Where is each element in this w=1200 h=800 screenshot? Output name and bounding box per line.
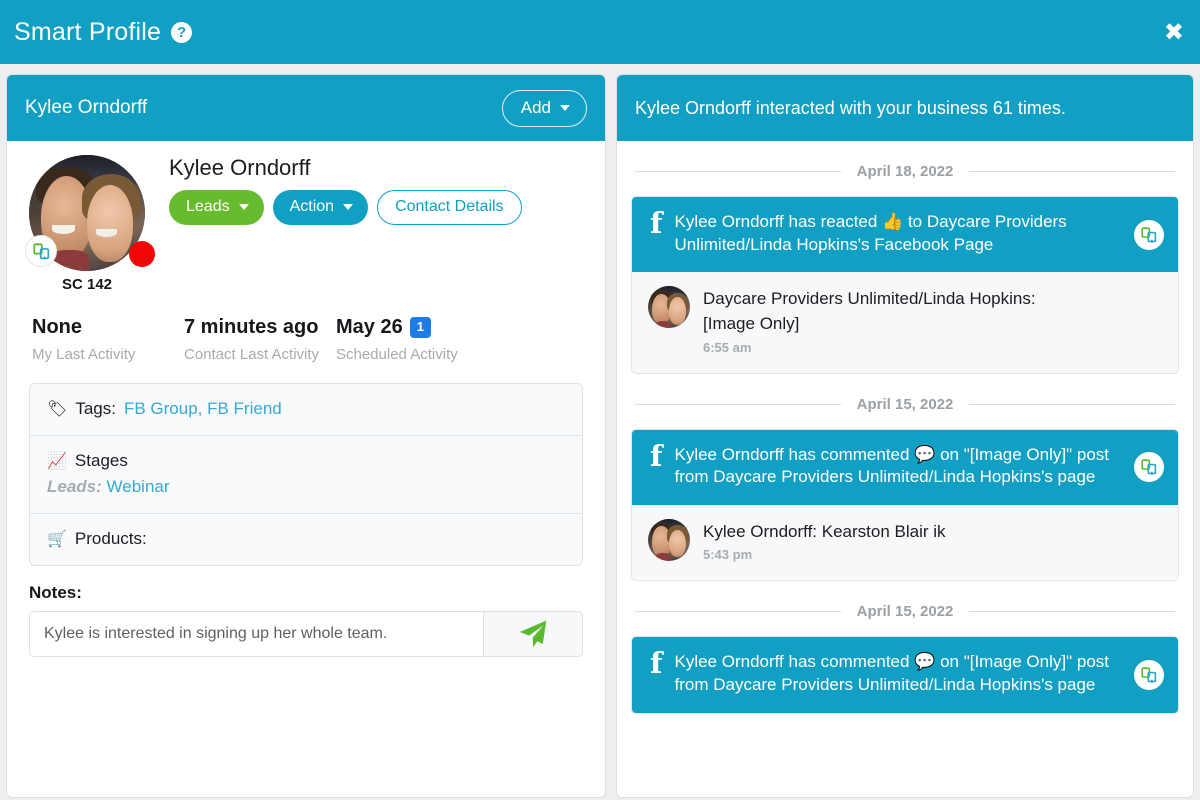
activity-headline: Kylee Orndorff has commented 💬 on "[Imag… [674, 652, 1109, 694]
info-card: 🏷 Tags: FB Group, FB Friend 📈 Stages Lea… [29, 382, 583, 566]
activity-headline: Kylee Orndorff has reacted 👍 to Daycare … [674, 212, 1067, 254]
notes-input[interactable] [29, 610, 483, 657]
stat-label: Scheduled Activity [336, 345, 458, 363]
products-label: Products: [74, 528, 147, 548]
activity-timestamp: 5:43 pm [703, 547, 753, 563]
stat-label: Contact Last Activity [184, 345, 320, 363]
date-label: April 15, 2022 [856, 395, 954, 413]
facebook-icon: f [650, 646, 663, 681]
profile-panel-title: Kylee Orndorff [25, 97, 148, 118]
page-title: Smart Profile [14, 17, 162, 46]
tags-section: 🏷 Tags: FB Group, FB Friend [30, 384, 582, 436]
date-separator: April 18, 2022 [635, 163, 1176, 180]
facebook-icon: f [650, 438, 663, 473]
divider [635, 171, 841, 172]
close-icon[interactable]: ✖ [1164, 20, 1184, 44]
activity-card-body: Daycare Providers Unlimited/Linda Hopkin… [632, 272, 1178, 372]
divider [969, 611, 1176, 613]
tags-label: Tags: [75, 398, 116, 418]
activity-stats: None My Last Activity 7 minutes ago Cont… [29, 315, 583, 367]
window-titlebar: Smart Profile ? ✖ [0, 0, 1200, 64]
stat-value-row: May 26 1 [336, 315, 476, 341]
send-note-button[interactable] [483, 610, 583, 657]
activity-card[interactable]: f Kylee Orndorff has reacted 👍 to Daycar… [631, 196, 1179, 374]
activity-card-header: f Kylee Orndorff has commented 💬 on "[Im… [632, 637, 1178, 713]
leads-button[interactable]: Leads [169, 190, 264, 225]
basket-icon: 🛒 [47, 529, 67, 549]
stat-scheduled-activity: May 26 1 Scheduled Activity [336, 315, 488, 367]
activity-body-line: Daycare Providers Unlimited/Linda Hopkin… [703, 289, 1036, 309]
divider [969, 171, 1176, 172]
avatar-block: SC 142 [25, 155, 155, 293]
stat-value: 7 minutes ago [184, 316, 319, 338]
activity-card-header: f Kylee Orndorff has reacted 👍 to Daycar… [632, 197, 1178, 273]
profile-panel-header: Kylee Orndorff Add [7, 75, 605, 141]
add-button-label: Add [520, 97, 551, 117]
action-button-label: Action [289, 198, 335, 215]
stat-value: May 26 [336, 316, 403, 338]
avatar [648, 518, 690, 561]
leads-button-label: Leads [186, 198, 230, 215]
stat-label: My Last Activity [32, 345, 136, 363]
tags-value[interactable]: FB Group, FB Friend [124, 399, 282, 419]
activity-timeline[interactable]: April 18, 2022 f Kylee Orndorff has reac… [617, 141, 1193, 797]
stat-contact-last-activity: 7 minutes ago Contact Last Activity [184, 315, 336, 367]
contact-details-button[interactable]: Contact Details [377, 190, 522, 225]
divider [969, 403, 1176, 405]
stages-section: 📈 Stages Leads: Webinar [30, 436, 582, 514]
profile-body: SC 142 Kylee Orndorff Leads Action Conta… [7, 141, 605, 657]
content-stage: Kylee Orndorff Add SC 142 Kylee Orndorff… [0, 64, 1200, 800]
add-button[interactable]: Add [501, 89, 587, 127]
profile-details: Kylee Orndorff Leads Action Contact Deta… [153, 155, 583, 225]
activity-body-line: Kylee Orndorff: Kearston Blair ik [703, 521, 946, 541]
avatar-caption: SC 142 [61, 276, 113, 293]
activity-timestamp: 6:55 am [703, 339, 752, 355]
activity-card-body: Kylee Orndorff: Kearston Blair ik 5:43 p… [632, 505, 1178, 581]
action-button[interactable]: Action [272, 190, 369, 225]
activity-panel-title: Kylee Orndorff interacted with your busi… [635, 97, 1066, 118]
date-label: April 15, 2022 [856, 603, 954, 621]
contact-details-button-label: Contact Details [395, 198, 504, 215]
profile-panel: Kylee Orndorff Add SC 142 Kylee Orndorff… [6, 74, 606, 798]
chevron-down-icon [343, 204, 354, 210]
stage-row: Leads: Webinar [47, 477, 565, 497]
clone-icon[interactable] [1134, 659, 1164, 690]
divider [635, 403, 841, 405]
avatar [648, 286, 690, 329]
chevron-down-icon [560, 104, 570, 111]
activity-card[interactable]: f Kylee Orndorff has commented 💬 on "[Im… [631, 636, 1179, 714]
date-separator: April 15, 2022 [635, 395, 1176, 413]
status-badge: 1 [409, 317, 431, 338]
send-paper-plane-icon [519, 620, 547, 647]
chart-line-icon: 📈 [47, 451, 67, 471]
activity-panel-header: Kylee Orndorff interacted with your busi… [617, 75, 1193, 141]
activity-headline: Kylee Orndorff has commented 💬 on "[Imag… [674, 444, 1109, 487]
activity-card[interactable]: f Kylee Orndorff has commented 💬 on "[Im… [631, 428, 1179, 582]
stage-value[interactable]: Webinar [107, 477, 170, 496]
clone-icon[interactable] [1134, 219, 1164, 250]
stages-label: Stages [74, 450, 128, 470]
clone-icon[interactable] [25, 235, 57, 267]
activity-panel: Kylee Orndorff interacted with your busi… [616, 74, 1194, 798]
clone-icon[interactable] [1134, 452, 1164, 483]
divider [635, 611, 841, 613]
help-circle-icon[interactable]: ? [171, 21, 193, 43]
notes-row [29, 610, 583, 657]
activity-card-header: f Kylee Orndorff has commented 💬 on "[Im… [632, 429, 1178, 505]
stage-group-label: Leads: [47, 476, 102, 496]
stat-value: None [32, 316, 82, 338]
contact-name: Kylee Orndorff [169, 155, 311, 180]
date-separator: April 15, 2022 [635, 603, 1176, 621]
stat-my-last-activity: None My Last Activity [32, 315, 184, 367]
notes-label: Notes: [29, 582, 82, 602]
chevron-down-icon [238, 204, 249, 210]
profile-summary-row: SC 142 Kylee Orndorff Leads Action Conta… [25, 155, 583, 293]
profile-action-buttons: Leads Action Contact Details [169, 190, 583, 225]
status-indicator-dot [129, 241, 155, 267]
activity-body-line: [Image Only] [703, 313, 800, 333]
facebook-icon: f [650, 206, 663, 240]
date-label: April 18, 2022 [856, 163, 954, 180]
tag-icon: 🏷 [47, 399, 68, 419]
products-section: 🛒 Products: [30, 514, 582, 565]
